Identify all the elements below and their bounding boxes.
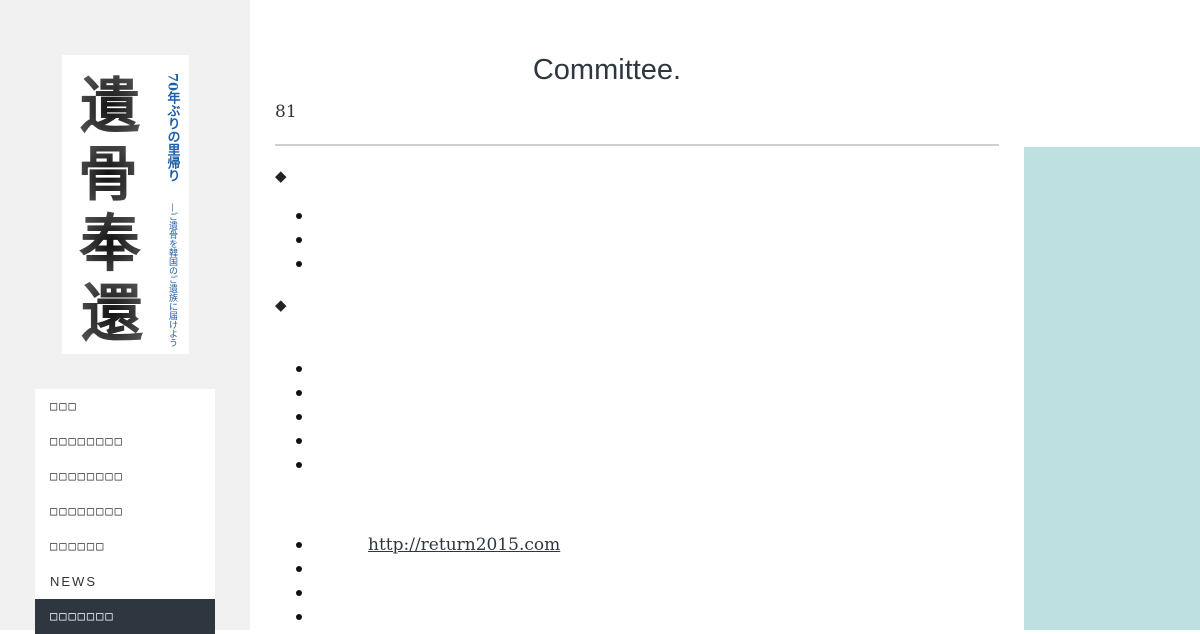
divider (275, 144, 999, 146)
post-meta: 81 (275, 102, 297, 122)
logo-subtitle-2: —ご遺骨を韓国のご遺族に届けよう (167, 203, 178, 347)
logo-image: 遺 骨 奉 還 70年ぶりの里帰り —ご遺骨を韓国のご遺族に届けよう (78, 72, 182, 350)
nav-item-1[interactable]: □□□ (35, 389, 215, 424)
nav-item-3[interactable]: □□□□□□□□ (35, 459, 215, 494)
list-item (296, 414, 304, 422)
section-marker: ◆ (275, 296, 287, 314)
list-item (296, 542, 304, 550)
list-item (296, 566, 304, 574)
nav-item-active[interactable]: □□□□□□□ (35, 599, 215, 634)
page-title: Committee. (532, 54, 682, 86)
logo-char-2: 骨 (78, 140, 138, 210)
main-content: Committee. 81 ◆ ◆ http://return2015.com (275, 0, 999, 630)
list-item (296, 366, 304, 374)
section-marker: ◆ (275, 167, 287, 185)
logo-subtitle-1: 70年ぶりの里帰り (165, 73, 182, 183)
list-item (296, 462, 304, 470)
list-item (296, 438, 304, 446)
site-logo[interactable]: 遺 骨 奉 還 70年ぶりの里帰り —ご遺骨を韓国のご遺族に届けよう (62, 55, 189, 354)
list-item (296, 590, 304, 598)
nav-item-news[interactable]: NEWS (35, 564, 215, 599)
logo-brush-text: 遺 骨 奉 還 (78, 72, 143, 350)
sidebar: 遺 骨 奉 還 70年ぶりの里帰り —ご遺骨を韓国のご遺族に届けよう □□□ □… (0, 0, 250, 634)
logo-char-1: 遺 (80, 72, 141, 142)
nav-item-2[interactable]: □□□□□□□□ (35, 424, 215, 459)
nav-item-5[interactable]: □□□□□□ (35, 529, 215, 564)
side-panel (1024, 147, 1200, 630)
list-item (296, 261, 304, 269)
logo-char-3: 奉 (79, 207, 141, 280)
logo-char-4: 還 (81, 277, 143, 350)
list-item (296, 614, 304, 622)
external-link[interactable]: http://return2015.com (368, 535, 560, 555)
list-item (296, 237, 304, 245)
list-item (296, 213, 304, 221)
nav-item-4[interactable]: □□□□□□□□ (35, 494, 215, 529)
list-item (296, 390, 304, 398)
main-nav: □□□ □□□□□□□□ □□□□□□□□ □□□□□□□□ □□□□□□ NE… (35, 389, 215, 634)
